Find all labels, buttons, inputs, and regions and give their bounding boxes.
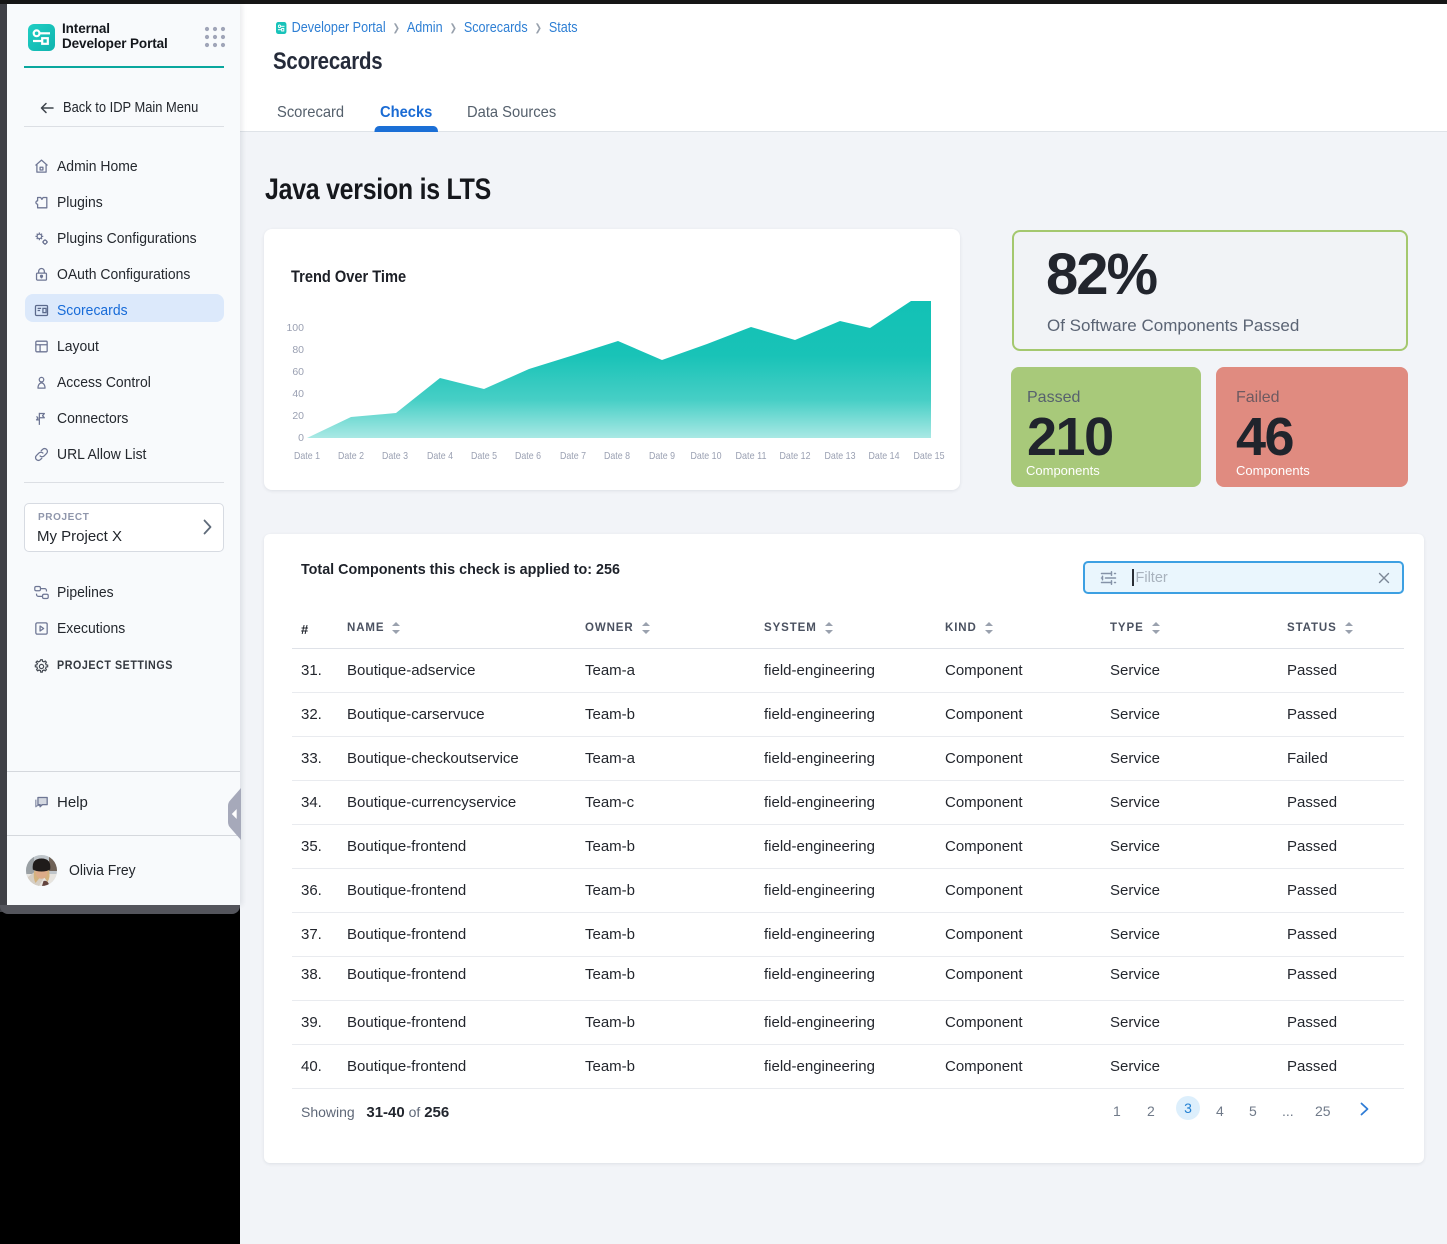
svg-text:Date 12: Date 12 [780,450,811,462]
svg-text:Date 1: Date 1 [294,450,320,462]
svg-text:Date 6: Date 6 [515,450,541,462]
svg-text:Date 5: Date 5 [471,450,497,462]
svg-text:Date 2: Date 2 [338,450,364,462]
svg-text:60: 60 [292,366,304,378]
svg-text:80: 80 [292,344,304,356]
svg-text:Date 7: Date 7 [560,450,586,462]
svg-text:20: 20 [292,410,304,422]
svg-text:Date 15: Date 15 [914,450,945,462]
svg-text:40: 40 [292,388,304,400]
svg-text:Date 9: Date 9 [649,450,675,462]
svg-text:Date 13: Date 13 [825,450,856,462]
svg-text:Date 11: Date 11 [736,450,767,462]
svg-text:Date 8: Date 8 [604,450,630,462]
svg-text:Date 10: Date 10 [691,450,722,462]
svg-text:0: 0 [298,432,304,444]
svg-text:Date 4: Date 4 [427,450,453,462]
svg-text:Date 14: Date 14 [869,450,900,462]
svg-text:Date 3: Date 3 [382,450,408,462]
svg-text:100: 100 [286,322,304,334]
